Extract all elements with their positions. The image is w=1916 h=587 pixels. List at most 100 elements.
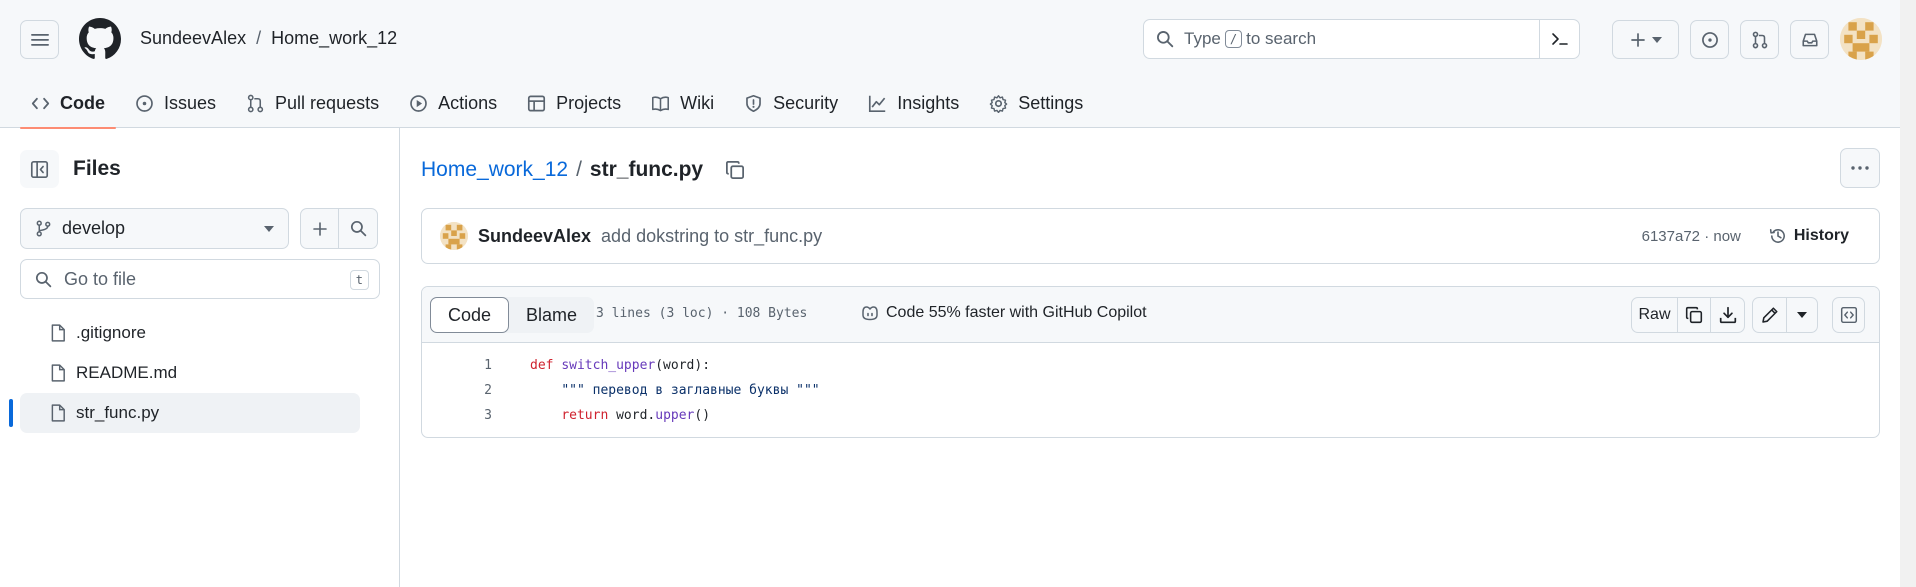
raw-button[interactable]: Raw [1632,298,1678,332]
play-icon [410,94,427,112]
tab-label: Actions [438,92,498,113]
plain-token: word. [608,408,656,423]
symbols-panel-button[interactable] [1833,298,1864,332]
tab-insights[interactable]: Insights [857,78,970,128]
commit-author-link[interactable]: SundeevAlex [478,226,591,247]
tab-issues[interactable]: Issues [124,78,227,128]
commit-message-link[interactable]: add dokstring to str_func.py [601,226,822,247]
pull-requests-button[interactable] [1740,20,1779,59]
edit-dropdown-button[interactable] [1787,298,1817,332]
search-prefix: Type [1184,29,1221,48]
command-palette-button[interactable] [1539,20,1579,58]
line-number[interactable]: 2 [422,383,492,398]
github-logo-icon[interactable] [79,18,121,60]
hamburger-icon [30,33,49,46]
search-input[interactable]: Type / to search [1143,19,1580,59]
line-number[interactable]: 1 [422,358,492,373]
file-tree: .gitignore README.md str_func.py [9,313,360,433]
code-square-icon [1840,306,1857,324]
file-name: str_func.py [76,403,160,422]
history-button[interactable]: History [1757,218,1861,254]
tab-settings[interactable]: Settings [978,78,1094,128]
branch-name: develop [62,218,126,238]
history-icon [1769,229,1785,243]
path-separator: / [256,28,262,48]
inbox-icon [1801,33,1818,46]
tab-actions[interactable]: Actions [398,78,508,128]
tab-label: Code [60,92,105,113]
menu-button[interactable] [20,20,59,59]
raw-copy-download-group: Raw [1631,297,1745,333]
file-header: Code Blame 3 lines (3 loc) · 108 Bytes C… [422,287,1879,343]
graph-icon [869,95,886,112]
inbox-button[interactable] [1790,20,1829,59]
line-number[interactable]: 3 [422,408,492,423]
tab-wiki[interactable]: Wiki [640,78,725,128]
keyword-token: def [530,358,554,373]
tab-pull-requests[interactable]: Pull requests [235,78,390,128]
git-pull-request-icon [1752,31,1767,48]
go-to-file-shortcut: t [349,270,369,290]
tab-security[interactable]: Security [733,78,849,128]
collapse-sidebar-button[interactable] [20,150,59,188]
shield-icon [746,94,762,112]
files-title: Files [73,157,121,180]
file-info: 3 lines (3 loc) · 108 Bytes [596,306,808,321]
tab-label: Insights [897,92,960,113]
code-view-tab[interactable]: Code [430,297,510,333]
indent-token [530,383,561,398]
issues-button[interactable] [1690,20,1729,59]
go-to-file-input[interactable]: Go to file t [20,259,380,299]
copy-raw-button[interactable] [1678,298,1711,332]
gear-icon [989,94,1008,113]
file-icon [51,364,65,382]
triangle-down-icon [264,225,274,232]
repo-owner-link[interactable]: SundeevAlex [140,28,246,49]
user-avatar[interactable] [1840,18,1882,60]
download-button[interactable] [1711,298,1744,332]
tab-code[interactable]: Code [20,78,116,129]
repo-name-link[interactable]: Home_work_12 [271,28,397,49]
download-icon [1719,306,1736,324]
file-name: README.md [76,363,178,382]
issue-opened-icon [136,94,153,112]
edit-group [1752,297,1818,333]
go-to-file-placeholder: Go to file [64,268,137,289]
create-new-button[interactable] [1612,20,1679,59]
table-icon [528,95,546,111]
pencil-icon [1761,307,1778,323]
page-scrollbar[interactable] [1900,0,1916,587]
file-tree-item[interactable]: README.md [20,353,360,393]
edit-file-button[interactable] [1753,298,1787,332]
breadcrumb-repo-link[interactable]: Home_work_12 [421,158,568,182]
history-label: History [1793,227,1849,244]
commit-sha-time[interactable]: 6137a72 · now [1642,228,1741,245]
branch-selector[interactable]: develop [20,208,289,249]
git-branch-icon [36,220,51,237]
add-file-button[interactable] [300,208,339,249]
tab-label: Projects [556,92,622,113]
plus-icon [1630,32,1645,47]
file-icon [51,324,65,342]
kebab-horizontal-icon [1851,166,1869,170]
more-options-button[interactable] [1840,148,1880,188]
search-shortcut-key: / [1224,30,1243,48]
author-avatar[interactable] [440,222,468,250]
blame-view-tab[interactable]: Blame [509,297,594,333]
file-tree-item[interactable]: .gitignore [20,313,360,353]
copy-path-button[interactable] [725,160,745,180]
code-view: 1 def switch_upper(word): 2 """ перевод … [422,343,1879,428]
repo-header: SundeevAlex / Home_work_12 Type / to sea… [0,0,1900,129]
copilot-icon [862,306,878,321]
file-icon [51,404,65,422]
string-token: """ перевод в заглавные буквы """ [561,383,820,398]
repo-tabs: Code Issues Pull requests Actions Projec… [20,78,1102,129]
tab-label: Security [773,92,839,113]
file-tree-item-selected[interactable]: str_func.py [9,393,360,433]
tab-label: Settings [1018,92,1084,113]
tab-projects[interactable]: Projects [516,78,632,128]
search-files-button[interactable] [339,208,378,249]
copilot-promo-link[interactable]: Code 55% faster with GitHub Copilot [860,304,1147,322]
copilot-label: Code 55% faster with GitHub Copilot [886,304,1147,321]
files-header: Files [20,150,121,188]
